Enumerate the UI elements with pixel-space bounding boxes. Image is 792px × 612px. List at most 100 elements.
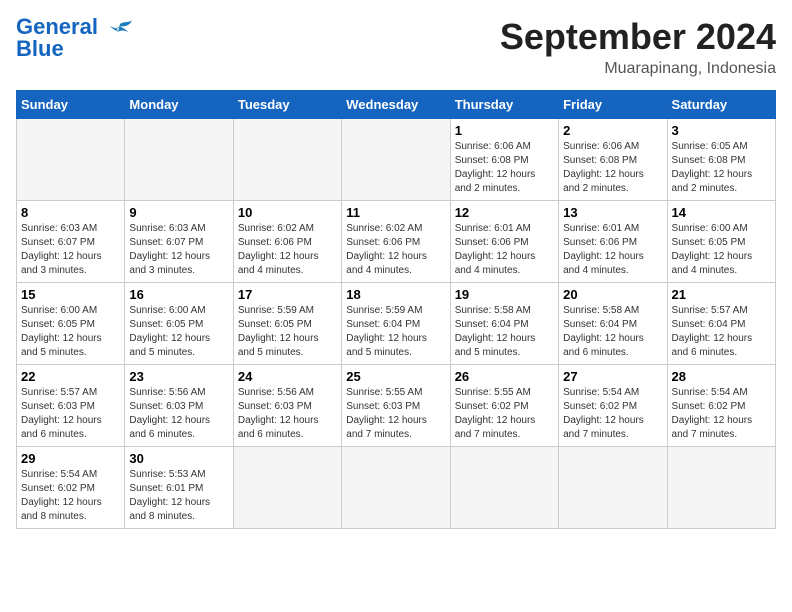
day-cell-10: 10 Sunrise: 6:02 AMSunset: 6:06 PMDayligh…: [233, 201, 341, 283]
page-header: General Blue September 2024 Muarapinang,…: [16, 16, 776, 78]
day-number: 18: [346, 287, 445, 302]
day-number: 23: [129, 369, 228, 384]
day-number: 25: [346, 369, 445, 384]
day-info: Sunrise: 6:00 AMSunset: 6:05 PMDaylight:…: [129, 304, 228, 360]
day-info: Sunrise: 5:59 AMSunset: 6:04 PMDaylight:…: [346, 304, 445, 360]
empty-cell: [342, 447, 450, 529]
day-info: Sunrise: 6:01 AMSunset: 6:06 PMDaylight:…: [563, 222, 662, 278]
day-cell-24: 24 Sunrise: 5:56 AMSunset: 6:03 PMDayligh…: [233, 365, 341, 447]
day-cell-9: 9 Sunrise: 6:03 AMSunset: 6:07 PMDaylight…: [125, 201, 233, 283]
day-cell-14: 14 Sunrise: 6:00 AMSunset: 6:05 PMDayligh…: [667, 201, 775, 283]
day-info: Sunrise: 6:06 AMSunset: 6:08 PMDaylight:…: [563, 140, 662, 196]
day-info: Sunrise: 5:55 AMSunset: 6:03 PMDaylight:…: [346, 386, 445, 442]
day-cell-8: 8Sunrise: 6:03 AMSunset: 6:07 PMDaylight…: [17, 201, 125, 283]
location: Muarapinang, Indonesia: [500, 60, 776, 78]
day-info: Sunrise: 6:01 AMSunset: 6:06 PMDaylight:…: [455, 222, 554, 278]
empty-cell: [17, 119, 125, 201]
day-cell-21: 21Sunrise: 5:57 AMSunset: 6:04 PMDayligh…: [667, 283, 775, 365]
logo-bird-icon: [102, 18, 134, 50]
day-number: 13: [563, 205, 662, 220]
day-info: Sunrise: 6:03 AMSunset: 6:07 PMDaylight:…: [129, 222, 228, 278]
day-number: 19: [455, 287, 554, 302]
empty-cell: [450, 447, 558, 529]
day-info: Sunrise: 5:56 AMSunset: 6:03 PMDaylight:…: [238, 386, 337, 442]
day-info: Sunrise: 6:00 AMSunset: 6:05 PMDaylight:…: [21, 304, 120, 360]
day-cell-2: 2 Sunrise: 6:06 AMSunset: 6:08 PMDaylight…: [559, 119, 667, 201]
day-cell-20: 20 Sunrise: 5:58 AMSunset: 6:04 PMDayligh…: [559, 283, 667, 365]
day-cell-13: 13 Sunrise: 6:01 AMSunset: 6:06 PMDayligh…: [559, 201, 667, 283]
day-number: 17: [238, 287, 337, 302]
day-info: Sunrise: 5:59 AMSunset: 6:05 PMDaylight:…: [238, 304, 337, 360]
day-cell-3: 3 Sunrise: 6:05 AMSunset: 6:08 PMDaylight…: [667, 119, 775, 201]
empty-cell: [342, 119, 450, 201]
day-cell-22: 22 Sunrise: 5:57 AMSunset: 6:03 PMDayligh…: [17, 365, 125, 447]
day-info: Sunrise: 5:56 AMSunset: 6:03 PMDaylight:…: [129, 386, 228, 442]
week-row-4: 22 Sunrise: 5:57 AMSunset: 6:03 PMDayligh…: [17, 365, 776, 447]
day-number: 3: [672, 123, 771, 138]
day-cell-12: 12 Sunrise: 6:01 AMSunset: 6:06 PMDayligh…: [450, 201, 558, 283]
title-block: September 2024 Muarapinang, Indonesia: [500, 16, 776, 78]
logo-text: General Blue: [16, 16, 98, 60]
weekday-header-thursday: Thursday: [450, 91, 558, 119]
day-cell-28: 28Sunrise: 5:54 AMSunset: 6:02 PMDayligh…: [667, 365, 775, 447]
day-number: 9: [129, 205, 228, 220]
day-info: Sunrise: 5:58 AMSunset: 6:04 PMDaylight:…: [455, 304, 554, 360]
day-info: Sunrise: 6:05 AMSunset: 6:08 PMDaylight:…: [672, 140, 771, 196]
calendar-table: SundayMondayTuesdayWednesdayThursdayFrid…: [16, 90, 776, 529]
day-number: 1: [455, 123, 554, 138]
day-number: 15: [21, 287, 120, 302]
day-number: 22: [21, 369, 120, 384]
day-number: 2: [563, 123, 662, 138]
day-cell-1: 1 Sunrise: 6:06 AMSunset: 6:08 PMDaylight…: [450, 119, 558, 201]
logo: General Blue: [16, 16, 134, 60]
day-cell-18: 18 Sunrise: 5:59 AMSunset: 6:04 PMDayligh…: [342, 283, 450, 365]
weekday-header-wednesday: Wednesday: [342, 91, 450, 119]
day-number: 20: [563, 287, 662, 302]
day-info: Sunrise: 5:55 AMSunset: 6:02 PMDaylight:…: [455, 386, 554, 442]
day-info: Sunrise: 6:06 AMSunset: 6:08 PMDaylight:…: [455, 140, 554, 196]
week-row-1: 1 Sunrise: 6:06 AMSunset: 6:08 PMDaylight…: [17, 119, 776, 201]
day-number: 14: [672, 205, 771, 220]
day-number: 26: [455, 369, 554, 384]
day-number: 27: [563, 369, 662, 384]
day-cell-25: 25 Sunrise: 5:55 AMSunset: 6:03 PMDayligh…: [342, 365, 450, 447]
day-info: Sunrise: 5:58 AMSunset: 6:04 PMDaylight:…: [563, 304, 662, 360]
day-info: Sunrise: 5:54 AMSunset: 6:02 PMDaylight:…: [563, 386, 662, 442]
weekday-header-friday: Friday: [559, 91, 667, 119]
day-cell-15: 15 Sunrise: 6:00 AMSunset: 6:05 PMDayligh…: [17, 283, 125, 365]
day-cell-27: 27 Sunrise: 5:54 AMSunset: 6:02 PMDayligh…: [559, 365, 667, 447]
day-cell-17: 17 Sunrise: 5:59 AMSunset: 6:05 PMDayligh…: [233, 283, 341, 365]
day-info: Sunrise: 6:00 AMSunset: 6:05 PMDaylight:…: [672, 222, 771, 278]
day-info: Sunrise: 5:54 AMSunset: 6:02 PMDaylight:…: [672, 386, 771, 442]
weekday-header-sunday: Sunday: [17, 91, 125, 119]
day-info: Sunrise: 5:54 AMSunset: 6:02 PMDaylight:…: [21, 468, 120, 524]
day-cell-19: 19 Sunrise: 5:58 AMSunset: 6:04 PMDayligh…: [450, 283, 558, 365]
day-number: 29: [21, 451, 120, 466]
day-cell-11: 11 Sunrise: 6:02 AMSunset: 6:06 PMDayligh…: [342, 201, 450, 283]
empty-cell: [559, 447, 667, 529]
weekday-header-saturday: Saturday: [667, 91, 775, 119]
day-cell-16: 16 Sunrise: 6:00 AMSunset: 6:05 PMDayligh…: [125, 283, 233, 365]
empty-cell: [667, 447, 775, 529]
day-number: 11: [346, 205, 445, 220]
day-number: 24: [238, 369, 337, 384]
day-info: Sunrise: 6:02 AMSunset: 6:06 PMDaylight:…: [238, 222, 337, 278]
day-info: Sunrise: 5:57 AMSunset: 6:03 PMDaylight:…: [21, 386, 120, 442]
day-number: 10: [238, 205, 337, 220]
day-cell-30: 30Sunrise: 5:53 AMSunset: 6:01 PMDayligh…: [125, 447, 233, 529]
day-info: Sunrise: 6:02 AMSunset: 6:06 PMDaylight:…: [346, 222, 445, 278]
empty-cell: [233, 119, 341, 201]
week-row-5: 29 Sunrise: 5:54 AMSunset: 6:02 PMDayligh…: [17, 447, 776, 529]
week-row-3: 15 Sunrise: 6:00 AMSunset: 6:05 PMDayligh…: [17, 283, 776, 365]
month-title: September 2024: [500, 16, 776, 58]
day-cell-26: 26 Sunrise: 5:55 AMSunset: 6:02 PMDayligh…: [450, 365, 558, 447]
weekday-header-tuesday: Tuesday: [233, 91, 341, 119]
weekday-header-monday: Monday: [125, 91, 233, 119]
logo-blue: Blue: [16, 36, 64, 61]
day-number: 12: [455, 205, 554, 220]
day-number: 21: [672, 287, 771, 302]
day-cell-23: 23 Sunrise: 5:56 AMSunset: 6:03 PMDayligh…: [125, 365, 233, 447]
day-number: 8: [21, 205, 120, 220]
day-number: 16: [129, 287, 228, 302]
day-cell-29: 29 Sunrise: 5:54 AMSunset: 6:02 PMDayligh…: [17, 447, 125, 529]
